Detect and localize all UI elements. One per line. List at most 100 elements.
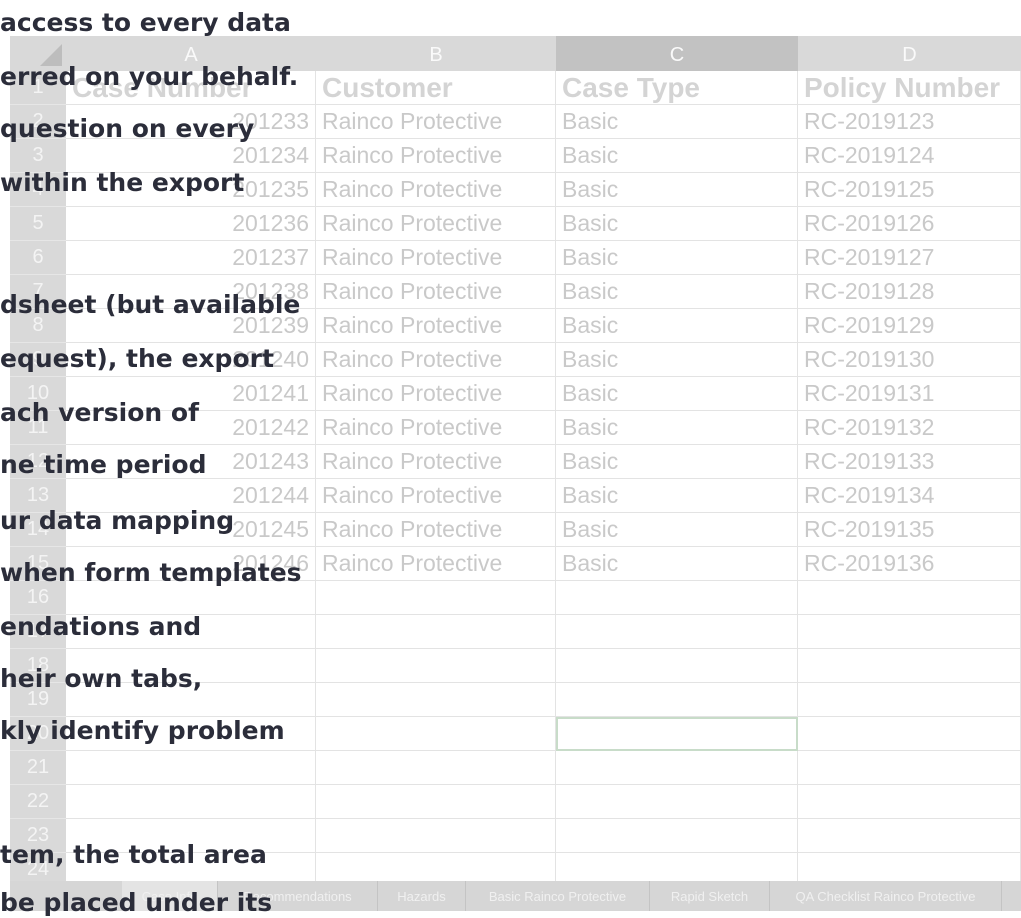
empty-cell[interactable] bbox=[798, 785, 1021, 819]
case-number-cell[interactable]: 201244 bbox=[66, 479, 316, 513]
row-header[interactable]: 5 bbox=[10, 207, 66, 241]
row-header[interactable]: 12 bbox=[10, 445, 66, 479]
empty-cell[interactable] bbox=[556, 683, 798, 717]
customer-cell[interactable]: Rainco Protective bbox=[316, 275, 556, 309]
policy-number-cell[interactable]: RC-2019132 bbox=[798, 411, 1021, 445]
policy-number-cell[interactable]: RC-2019128 bbox=[798, 275, 1021, 309]
empty-cell[interactable] bbox=[66, 785, 316, 819]
sheet-tab[interactable]: QA Checklist Rainco Protective bbox=[770, 881, 1002, 911]
empty-cell[interactable] bbox=[66, 649, 316, 683]
case-type-cell[interactable]: Basic bbox=[556, 445, 798, 479]
row-header[interactable]: 4 bbox=[10, 173, 66, 207]
header-cell[interactable]: Case Type bbox=[556, 71, 798, 105]
empty-cell[interactable] bbox=[798, 615, 1021, 649]
row-header[interactable]: 2 bbox=[10, 105, 66, 139]
policy-number-cell[interactable]: RC-2019133 bbox=[798, 445, 1021, 479]
empty-cell[interactable] bbox=[66, 581, 316, 615]
case-number-cell[interactable]: 201241 bbox=[66, 377, 316, 411]
empty-cell[interactable] bbox=[798, 751, 1021, 785]
row-header[interactable]: 9 bbox=[10, 343, 66, 377]
header-cell[interactable]: Policy Number bbox=[798, 71, 1021, 105]
case-type-cell[interactable]: Basic bbox=[556, 139, 798, 173]
case-number-cell[interactable]: 201236 bbox=[66, 207, 316, 241]
case-type-cell[interactable]: Basic bbox=[556, 105, 798, 139]
empty-cell[interactable] bbox=[556, 581, 798, 615]
policy-number-cell[interactable]: RC-2019123 bbox=[798, 105, 1021, 139]
empty-cell[interactable] bbox=[66, 615, 316, 649]
active-cell[interactable] bbox=[556, 717, 798, 751]
case-type-cell[interactable]: Basic bbox=[556, 309, 798, 343]
case-number-cell[interactable]: 201234 bbox=[66, 139, 316, 173]
case-type-cell[interactable]: Basic bbox=[556, 241, 798, 275]
customer-cell[interactable]: Rainco Protective bbox=[316, 445, 556, 479]
column-header-c[interactable]: C bbox=[556, 36, 798, 71]
empty-cell[interactable] bbox=[316, 581, 556, 615]
customer-cell[interactable]: Rainco Protective bbox=[316, 241, 556, 275]
header-cell[interactable]: Customer bbox=[316, 71, 556, 105]
row-header[interactable]: 10 bbox=[10, 377, 66, 411]
empty-cell[interactable] bbox=[798, 717, 1021, 751]
empty-cell[interactable] bbox=[316, 683, 556, 717]
empty-cell[interactable] bbox=[316, 649, 556, 683]
case-number-cell[interactable]: 201235 bbox=[66, 173, 316, 207]
empty-cell[interactable] bbox=[316, 785, 556, 819]
row-header[interactable]: 15 bbox=[10, 547, 66, 581]
customer-cell[interactable]: Rainco Protective bbox=[316, 411, 556, 445]
customer-cell[interactable]: Rainco Protective bbox=[316, 547, 556, 581]
column-header-b[interactable]: B bbox=[316, 36, 556, 71]
case-type-cell[interactable]: Basic bbox=[556, 173, 798, 207]
row-header[interactable]: 14 bbox=[10, 513, 66, 547]
column-header-a[interactable]: A bbox=[66, 36, 316, 71]
empty-cell[interactable] bbox=[556, 785, 798, 819]
customer-cell[interactable]: Rainco Protective bbox=[316, 207, 556, 241]
empty-cell[interactable] bbox=[798, 819, 1021, 853]
header-cell[interactable]: Case Number bbox=[66, 71, 316, 105]
row-header[interactable]: 22 bbox=[10, 785, 66, 819]
policy-number-cell[interactable]: RC-2019130 bbox=[798, 343, 1021, 377]
policy-number-cell[interactable]: RC-2019131 bbox=[798, 377, 1021, 411]
customer-cell[interactable]: Rainco Protective bbox=[316, 513, 556, 547]
row-header[interactable]: 20 bbox=[10, 717, 66, 751]
empty-cell[interactable] bbox=[798, 581, 1021, 615]
customer-cell[interactable]: Rainco Protective bbox=[316, 139, 556, 173]
row-header[interactable]: 18 bbox=[10, 649, 66, 683]
sheet-tab[interactable]: Recommendations bbox=[218, 881, 378, 911]
row-header[interactable]: 16 bbox=[10, 581, 66, 615]
sheet-tab[interactable]: Case Info bbox=[122, 881, 218, 911]
case-number-cell[interactable]: 201245 bbox=[66, 513, 316, 547]
empty-cell[interactable] bbox=[556, 819, 798, 853]
row-header[interactable]: 13 bbox=[10, 479, 66, 513]
empty-cell[interactable] bbox=[316, 751, 556, 785]
customer-cell[interactable]: Rainco Protective bbox=[316, 377, 556, 411]
row-header[interactable]: 1 bbox=[10, 71, 66, 105]
policy-number-cell[interactable]: RC-2019125 bbox=[798, 173, 1021, 207]
empty-cell[interactable] bbox=[556, 751, 798, 785]
case-number-cell[interactable]: 201238 bbox=[66, 275, 316, 309]
select-all-corner[interactable] bbox=[10, 36, 66, 71]
row-header[interactable]: 8 bbox=[10, 309, 66, 343]
case-number-cell[interactable]: 201243 bbox=[66, 445, 316, 479]
policy-number-cell[interactable]: RC-2019127 bbox=[798, 241, 1021, 275]
empty-cell[interactable] bbox=[316, 717, 556, 751]
empty-cell[interactable] bbox=[66, 751, 316, 785]
empty-cell[interactable] bbox=[798, 649, 1021, 683]
policy-number-cell[interactable]: RC-2019129 bbox=[798, 309, 1021, 343]
sheet-tab[interactable]: Basic Rainco Protective bbox=[466, 881, 650, 911]
row-header[interactable]: 6 bbox=[10, 241, 66, 275]
empty-cell[interactable] bbox=[556, 649, 798, 683]
row-header[interactable]: 21 bbox=[10, 751, 66, 785]
row-header[interactable]: 7 bbox=[10, 275, 66, 309]
customer-cell[interactable]: Rainco Protective bbox=[316, 309, 556, 343]
empty-cell[interactable] bbox=[316, 819, 556, 853]
policy-number-cell[interactable]: RC-2019126 bbox=[798, 207, 1021, 241]
case-number-cell[interactable]: 201240 bbox=[66, 343, 316, 377]
customer-cell[interactable]: Rainco Protective bbox=[316, 343, 556, 377]
policy-number-cell[interactable]: RC-2019134 bbox=[798, 479, 1021, 513]
policy-number-cell[interactable]: RC-2019135 bbox=[798, 513, 1021, 547]
empty-cell[interactable] bbox=[556, 615, 798, 649]
customer-cell[interactable]: Rainco Protective bbox=[316, 105, 556, 139]
case-number-cell[interactable]: 201237 bbox=[66, 241, 316, 275]
column-header-d[interactable]: D bbox=[798, 36, 1021, 71]
row-header[interactable]: 19 bbox=[10, 683, 66, 717]
case-type-cell[interactable]: Basic bbox=[556, 275, 798, 309]
